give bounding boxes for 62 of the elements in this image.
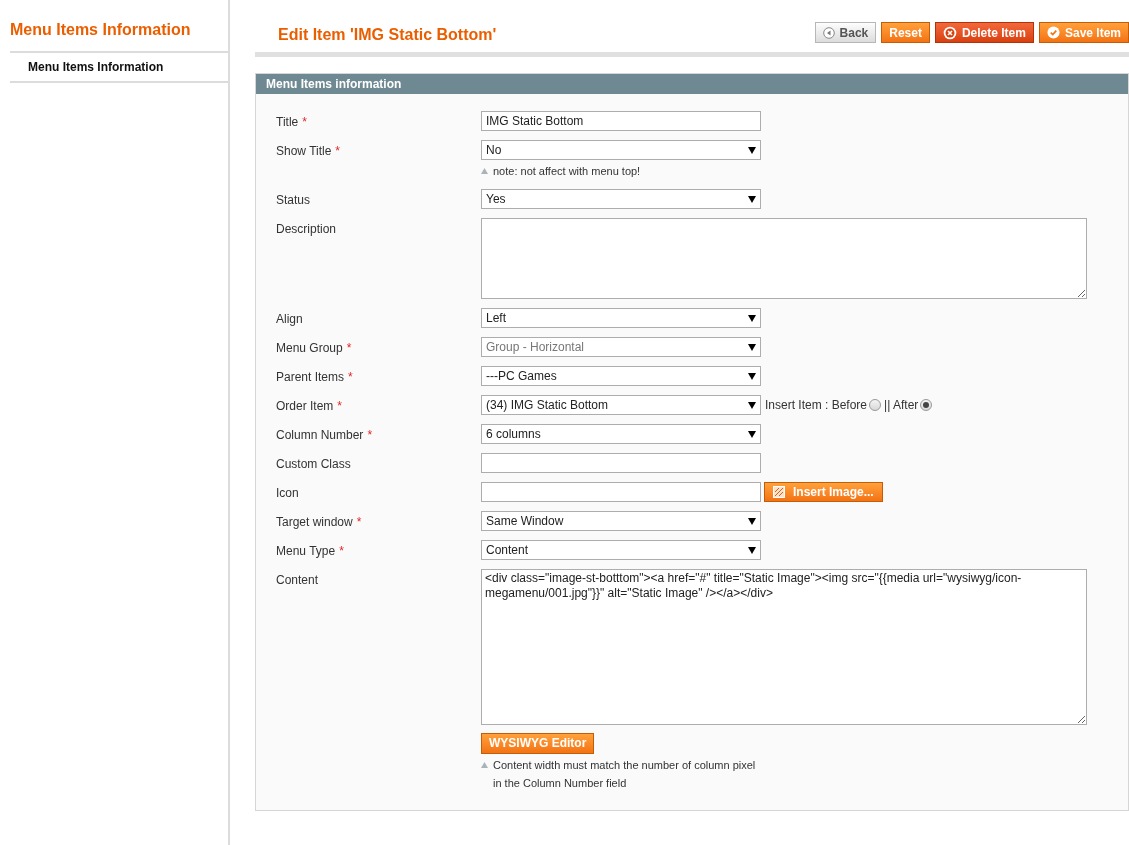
close-icon bbox=[942, 25, 957, 40]
field-note: Content width must match the number of column pixel bbox=[493, 757, 756, 773]
field-label: Description bbox=[276, 221, 337, 238]
radio-button[interactable] bbox=[869, 399, 882, 411]
sidebar-item[interactable]: Menu Items Information bbox=[10, 53, 228, 83]
field-label: Content bbox=[276, 572, 319, 589]
field-label: Target window bbox=[276, 514, 353, 531]
image-icon bbox=[773, 486, 785, 498]
required-asterisk: * bbox=[335, 143, 341, 160]
field-label: Icon bbox=[276, 485, 299, 502]
dropdown-caret-icon bbox=[748, 517, 756, 525]
field-label: Order Item bbox=[276, 398, 334, 415]
dropdown-select[interactable]: 6 columns bbox=[481, 424, 761, 444]
dropdown-select[interactable]: ---PC Games bbox=[481, 366, 761, 386]
dropdown-caret-icon bbox=[748, 372, 756, 380]
dropdown-caret-icon bbox=[748, 343, 756, 351]
field-label: Show Title bbox=[276, 143, 332, 160]
field-label: Custom Class bbox=[276, 456, 351, 473]
section-header: Menu Items information bbox=[256, 74, 1128, 94]
dropdown-select[interactable]: Yes bbox=[481, 189, 761, 209]
required-asterisk: * bbox=[302, 114, 307, 131]
text-field[interactable] bbox=[481, 482, 761, 502]
radio-label: || After bbox=[884, 397, 919, 414]
dropdown-select[interactable]: Same Window bbox=[481, 511, 761, 531]
dropdown-select[interactable]: Content bbox=[481, 540, 761, 560]
required-asterisk: * bbox=[346, 340, 352, 357]
radio-label: Insert Item : Before bbox=[765, 397, 868, 414]
note-triangle-icon bbox=[481, 168, 488, 174]
required-asterisk: * bbox=[339, 543, 344, 560]
dropdown-caret-icon bbox=[748, 546, 756, 554]
checkmark-icon bbox=[1046, 26, 1060, 39]
field-note: in the Column Number field bbox=[493, 775, 627, 791]
note-triangle-icon bbox=[481, 762, 488, 768]
dropdown-caret-icon bbox=[748, 401, 756, 409]
sidebar-title: Menu Items Information bbox=[10, 18, 228, 53]
field-label: Align bbox=[276, 311, 303, 328]
field-label: Menu Group bbox=[276, 340, 343, 357]
required-asterisk: * bbox=[348, 369, 353, 386]
dropdown-caret-icon bbox=[748, 314, 756, 322]
text-area[interactable] bbox=[481, 218, 1087, 299]
required-asterisk: * bbox=[367, 427, 373, 444]
radio-button[interactable] bbox=[920, 399, 933, 411]
dropdown-caret-icon bbox=[748, 430, 756, 438]
field-label: Parent Items bbox=[276, 369, 345, 386]
page-title: Edit Item 'IMG Static Bottom' bbox=[277, 25, 497, 45]
field-label: Title bbox=[276, 114, 299, 131]
dropdown-select[interactable]: (34) IMG Static Bottom bbox=[481, 395, 761, 415]
field-note: note: not affect with menu top! bbox=[493, 163, 641, 179]
dropdown-select[interactable]: No bbox=[481, 140, 761, 160]
required-asterisk: * bbox=[356, 514, 362, 531]
field-label: Menu Type bbox=[276, 543, 336, 560]
field-label: Status bbox=[276, 192, 311, 209]
text-area[interactable]: <div class="image-st-botttom"><a href="#" title="Static Image"><img src="{{media url="wysiwyg/icon-megamenu/001.jpg"}}" alt="Static Image" /></a></div> bbox=[481, 569, 1087, 725]
back-button[interactable]: Back bbox=[814, 22, 877, 43]
dropdown-select[interactable]: Left bbox=[481, 308, 761, 328]
dropdown-caret-icon bbox=[748, 195, 756, 203]
dropdown-caret-icon bbox=[748, 146, 756, 154]
delete-button[interactable]: Delete Item bbox=[934, 22, 1034, 43]
required-asterisk: * bbox=[337, 398, 343, 415]
field-label: Column Number bbox=[276, 427, 364, 444]
text-field[interactable] bbox=[481, 453, 761, 473]
text-field[interactable]: IMG Static Bottom bbox=[481, 111, 761, 131]
